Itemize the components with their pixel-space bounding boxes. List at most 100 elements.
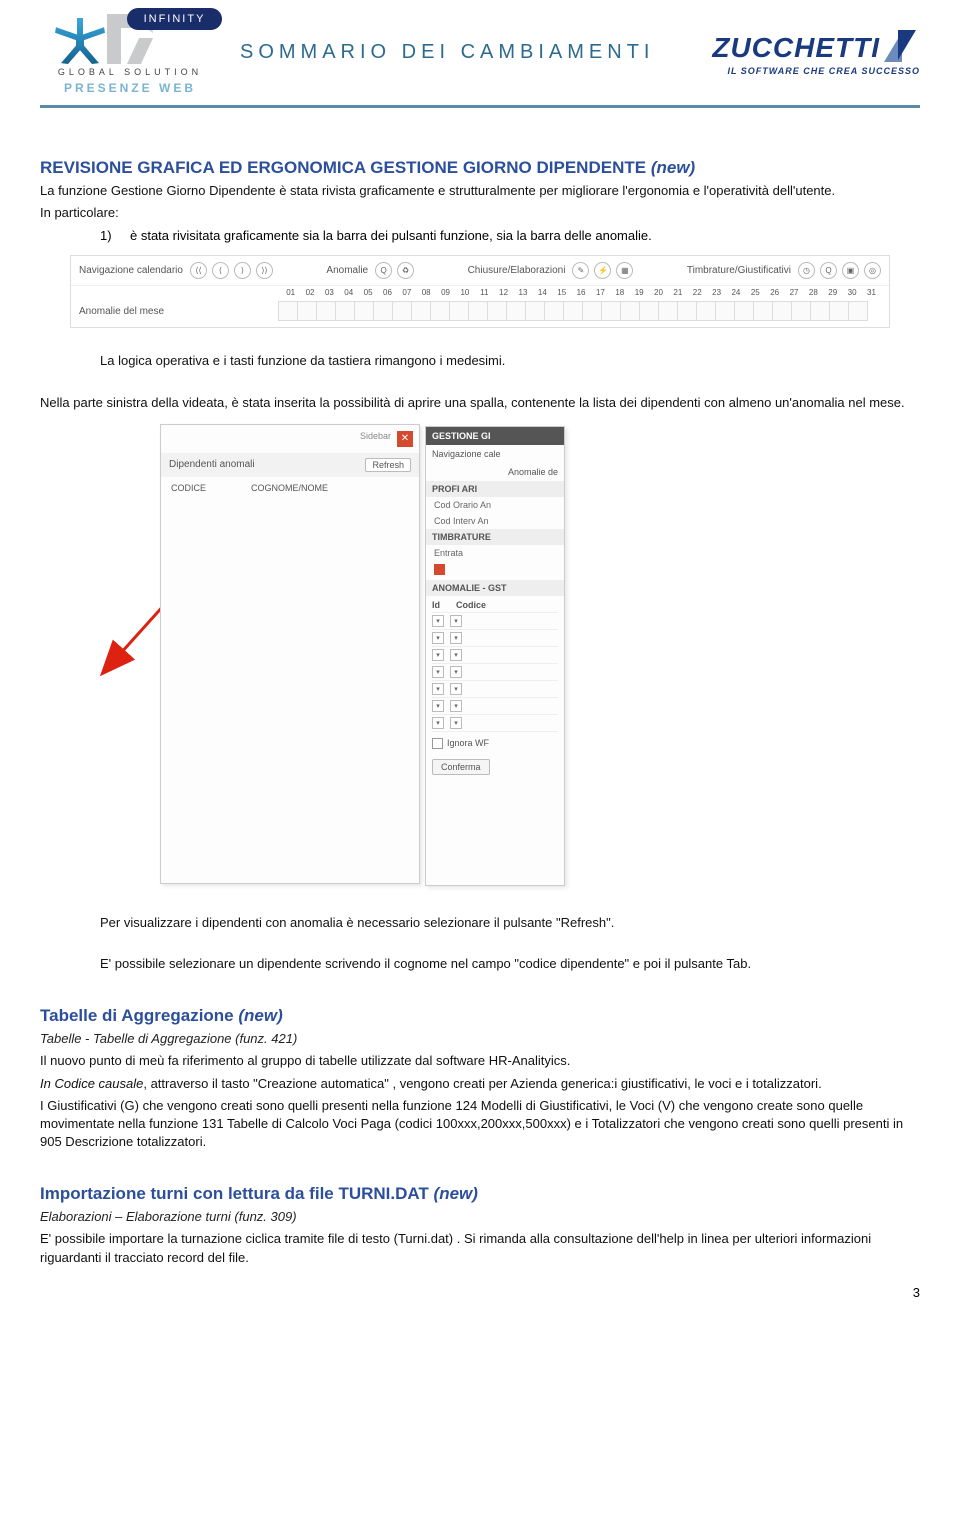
day-label: 08 [417,288,436,297]
gestione-panel: GESTIONE GI Navigazione cale Anomalie de… [425,426,565,886]
chevron-down-icon[interactable]: ▾ [432,683,444,695]
header-title: SOMMARIO DEI CAMBIAMENTI [220,41,712,64]
chevron-down-icon[interactable]: ▾ [450,717,462,729]
chevron-down-icon[interactable]: ▾ [432,700,444,712]
chevron-down-icon[interactable]: ▾ [450,649,462,661]
anomaly-cell [392,301,412,321]
chevron-down-icon[interactable]: ▾ [450,632,462,644]
anomaly-cell [620,301,640,321]
day-label: 10 [455,288,474,297]
section1-p3: La logica operativa e i tasti funzione d… [40,352,920,370]
header-divider [40,105,920,108]
section3-p1: E' possibile importare la turnazione cic… [40,1230,920,1266]
day-label: 19 [629,288,648,297]
section2-p1: Il nuovo punto di meù fa riferimento al … [40,1052,920,1070]
section3-new-tag: (new) [434,1184,478,1203]
entrata-label: Entrata [426,545,564,561]
chevron-down-icon[interactable]: ▾ [432,666,444,678]
sidebar-screenshot: Sidebar ✕ Dipendenti anomali Refresh COD… [160,424,580,894]
anomaly-cell [506,301,526,321]
zucchetti-text: ZUCCHETTI [712,32,880,64]
section2-p3: I Giustificativi (G) che vengono creati … [40,1097,920,1152]
toolbar-screenshot: Navigazione calendario ⟨⟨ ⟨ ⟩ ⟩⟩ Anomali… [70,255,890,328]
day-label: 22 [688,288,707,297]
ignora-label: Ignora WF [447,738,489,748]
anomaly-cell [373,301,393,321]
anomalie-cells [279,301,881,321]
anomaly-cell [810,301,830,321]
timbrature-icon: ◎ [864,262,881,279]
anomaly-cell [658,301,678,321]
list-number: 1) [100,228,130,243]
day-label: 09 [436,288,455,297]
timbrature-label: Timbrature/Giustificativi [687,265,791,276]
anomaly-cell [544,301,564,321]
nav-icon: ⟨ [212,262,229,279]
nav-icon: ⟩⟩ [256,262,273,279]
anom-de-label: Anomalie de [426,463,564,481]
anomalie-gst-section: ANOMALIE - GST [426,580,564,596]
sidebar-label: Sidebar [360,431,391,447]
section1-heading: REVISIONE GRAFICA ED ERGONOMICA GESTIONE… [40,158,920,178]
chiusure-icon: ✎ [572,262,589,279]
hr-subtitle-2: PRESENZE WEB [64,81,196,95]
zucchetti-logo: ZUCCHETTI IL SOFTWARE CHE CREA SUCCESSO [712,30,920,76]
chevron-down-icon[interactable]: ▾ [450,615,462,627]
anomaly-cell [715,301,735,321]
anomalie-label: Anomalie [326,265,368,276]
refresh-button[interactable]: Refresh [365,458,411,472]
page-number: 3 [40,1285,920,1300]
ignora-checkbox[interactable] [432,738,443,749]
section1-p2: In particolare: [40,204,920,222]
anomaly-cell [772,301,792,321]
day-label: 28 [804,288,823,297]
hr-infinity-logo: INFINITY GLOBAL SOLUTION PRESENZE WEB [40,10,220,95]
anomaly-cell [677,301,697,321]
timbrature-section: TIMBRATURE [426,529,564,545]
anomaly-cell [430,301,450,321]
section3-heading: Importazione turni con lettura da file T… [40,1184,920,1204]
nav-calendar-label: Navigazione calendario [79,265,183,276]
codice-header: Codice [456,600,486,610]
close-icon[interactable]: ✕ [397,431,413,447]
anomaly-cell [354,301,374,321]
anomaly-cell [601,301,621,321]
anomaly-cell [487,301,507,321]
col-codice: CODICE [171,483,251,493]
anomaly-cell [848,301,868,321]
day-label: 05 [358,288,377,297]
day-label: 14 [533,288,552,297]
profi-section: PROFI ARI [426,481,564,497]
chevron-down-icon[interactable]: ▾ [450,683,462,695]
sidebar-panel: Sidebar ✕ Dipendenti anomali Refresh COD… [160,424,420,884]
list-text: è stata rivisitata graficamente sia la b… [130,228,652,243]
chevron-down-icon[interactable]: ▾ [432,649,444,661]
chevron-down-icon[interactable]: ▾ [432,615,444,627]
chevron-down-icon[interactable]: ▾ [432,717,444,729]
anomaly-cell [753,301,773,321]
chiusure-icon: ▦ [616,262,633,279]
chevron-down-icon[interactable]: ▾ [432,632,444,644]
anomaly-cell [563,301,583,321]
zucchetti-mark-icon [884,30,920,66]
day-label: 16 [571,288,590,297]
nav-icon: ⟨⟨ [190,262,207,279]
section1-p1: La funzione Gestione Giorno Dipendente è… [40,182,920,200]
day-label: 02 [300,288,319,297]
id-header: Id [432,600,456,610]
day-label: 31 [862,288,881,297]
zucchetti-tagline: IL SOFTWARE CHE CREA SUCCESSO [727,66,920,76]
chevron-down-icon[interactable]: ▾ [450,700,462,712]
col-cognome: COGNOME/NOME [251,483,328,493]
chevron-down-icon[interactable]: ▾ [450,666,462,678]
anomaly-cell [278,301,298,321]
conferma-button[interactable]: Conferma [432,759,490,775]
day-label: 18 [610,288,629,297]
day-label: 12 [494,288,513,297]
section1-title: REVISIONE GRAFICA ED ERGONOMICA GESTIONE… [40,158,646,177]
gestione-header: GESTIONE GI [426,427,564,445]
day-label: 11 [475,288,494,297]
day-label: 21 [668,288,687,297]
anomaly-cell [297,301,317,321]
chiusure-label: Chiusure/Elaborazioni [468,265,566,276]
